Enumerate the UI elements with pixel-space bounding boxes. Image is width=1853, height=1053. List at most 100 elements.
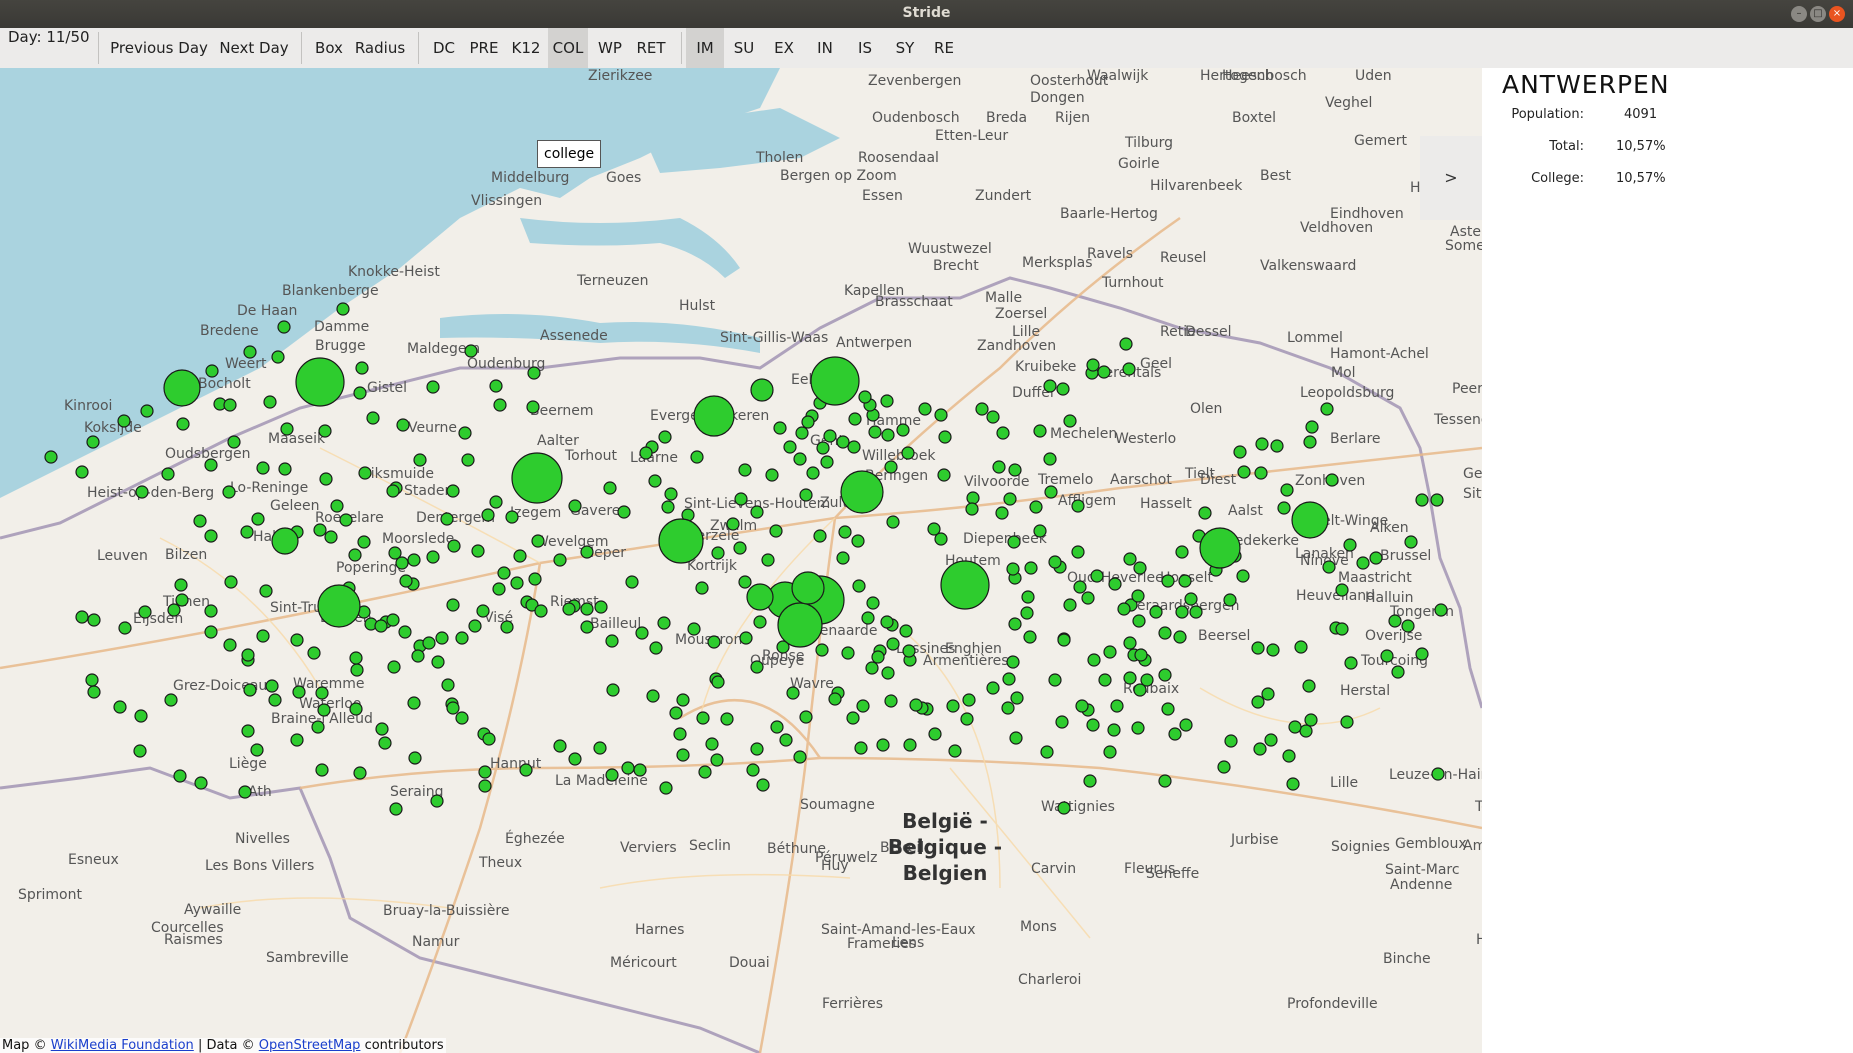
region-marker[interactable] [657, 616, 671, 630]
region-marker[interactable] [594, 600, 608, 614]
region-marker[interactable] [696, 711, 710, 725]
region-marker[interactable] [263, 395, 277, 409]
region-marker[interactable] [204, 458, 218, 472]
region-marker[interactable] [711, 546, 725, 560]
region-marker[interactable] [280, 422, 294, 436]
region-marker[interactable] [852, 579, 866, 593]
region-marker[interactable] [1132, 614, 1146, 628]
region-marker[interactable] [526, 400, 540, 414]
panel-toggle-button[interactable]: > [1420, 136, 1482, 220]
region-marker[interactable] [881, 428, 895, 442]
region-marker[interactable] [75, 465, 89, 479]
region-marker[interactable] [387, 660, 401, 674]
region-marker[interactable] [511, 452, 563, 504]
region-marker[interactable] [204, 625, 218, 639]
region-marker[interactable] [1057, 633, 1071, 647]
region-marker[interactable] [858, 390, 872, 404]
region-marker[interactable] [411, 649, 425, 663]
region-marker[interactable] [1198, 506, 1212, 520]
region-marker[interactable] [1299, 724, 1313, 738]
region-marker[interactable] [374, 619, 388, 633]
region-marker[interactable] [896, 423, 910, 437]
region-marker[interactable] [313, 523, 327, 537]
region-marker[interactable] [841, 646, 855, 660]
region-marker[interactable] [901, 446, 915, 460]
region-marker[interactable] [856, 699, 870, 713]
region-marker[interactable] [1404, 535, 1418, 549]
region-marker[interactable] [553, 553, 567, 567]
state-button-im[interactable]: IM [686, 28, 724, 68]
region-marker[interactable] [268, 693, 282, 707]
region-marker[interactable] [204, 604, 218, 618]
region-marker[interactable] [461, 453, 475, 467]
region-marker[interactable] [886, 515, 900, 529]
region-marker[interactable] [1415, 647, 1429, 661]
region-marker[interactable] [519, 763, 533, 777]
region-marker[interactable] [205, 364, 219, 378]
region-marker[interactable] [777, 602, 823, 648]
region-marker[interactable] [695, 581, 709, 595]
region-marker[interactable] [1097, 365, 1111, 379]
region-marker[interactable] [1344, 656, 1358, 670]
region-marker[interactable] [441, 678, 455, 692]
region-marker[interactable] [1335, 583, 1349, 597]
region-marker[interactable] [661, 500, 675, 514]
region-marker[interactable] [750, 378, 774, 402]
region-marker[interactable] [746, 583, 774, 611]
region-marker[interactable] [676, 748, 690, 762]
region-marker[interactable] [440, 512, 454, 526]
region-marker[interactable] [880, 394, 894, 408]
region-marker[interactable] [750, 742, 764, 756]
region-marker[interactable] [1356, 556, 1370, 570]
region-marker[interactable] [1001, 701, 1015, 715]
region-marker[interactable] [673, 727, 687, 741]
region-marker[interactable] [118, 621, 132, 635]
region-marker[interactable] [710, 753, 724, 767]
region-marker[interactable] [801, 415, 815, 429]
region-marker[interactable] [1149, 605, 1163, 619]
region-marker[interactable] [753, 615, 767, 629]
region-marker[interactable] [720, 712, 734, 726]
region-marker[interactable] [243, 345, 257, 359]
region-marker[interactable] [493, 398, 507, 412]
previous-day-button[interactable]: Previous Day [108, 28, 210, 68]
region-marker[interactable] [161, 467, 175, 481]
region-marker[interactable] [836, 435, 850, 449]
region-marker[interactable] [1282, 749, 1296, 763]
region-marker[interactable] [738, 575, 752, 589]
region-marker[interactable] [649, 641, 663, 655]
region-marker[interactable] [934, 408, 948, 422]
region-marker[interactable] [1173, 630, 1187, 644]
region-marker[interactable] [1415, 493, 1429, 507]
region-marker[interactable] [355, 361, 369, 375]
region-marker[interactable] [726, 517, 740, 531]
region-marker[interactable] [241, 648, 255, 662]
region-marker[interactable] [1008, 463, 1022, 477]
region-marker[interactable] [876, 738, 890, 752]
region-marker[interactable] [481, 508, 495, 522]
region-marker[interactable] [881, 666, 895, 680]
region-marker[interactable] [430, 794, 444, 808]
region-marker[interactable] [886, 637, 900, 651]
region-marker[interactable] [1117, 602, 1131, 616]
region-marker[interactable] [1110, 699, 1124, 713]
region-marker[interactable] [738, 463, 752, 477]
region-marker[interactable] [711, 675, 725, 689]
region-marker[interactable] [765, 468, 779, 482]
region-marker[interactable] [1251, 695, 1265, 709]
region-marker[interactable] [783, 440, 797, 454]
region-marker[interactable] [580, 545, 594, 559]
region-marker[interactable] [847, 440, 861, 454]
region-marker[interactable] [690, 450, 704, 464]
region-marker[interactable] [366, 411, 380, 425]
region-marker[interactable] [1184, 592, 1198, 606]
map-canvas[interactable]: Zierikzee Zevenbergen OosterhoutWaalwijk He… [0, 68, 1482, 1053]
region-marker[interactable] [265, 679, 279, 693]
region-marker[interactable] [1119, 337, 1133, 351]
region-marker[interactable] [806, 466, 820, 480]
region-marker[interactable] [75, 610, 89, 624]
region-marker[interactable] [468, 619, 482, 633]
region-marker[interactable] [1010, 691, 1024, 705]
region-marker[interactable] [1108, 577, 1122, 591]
region-marker[interactable] [1043, 452, 1057, 466]
